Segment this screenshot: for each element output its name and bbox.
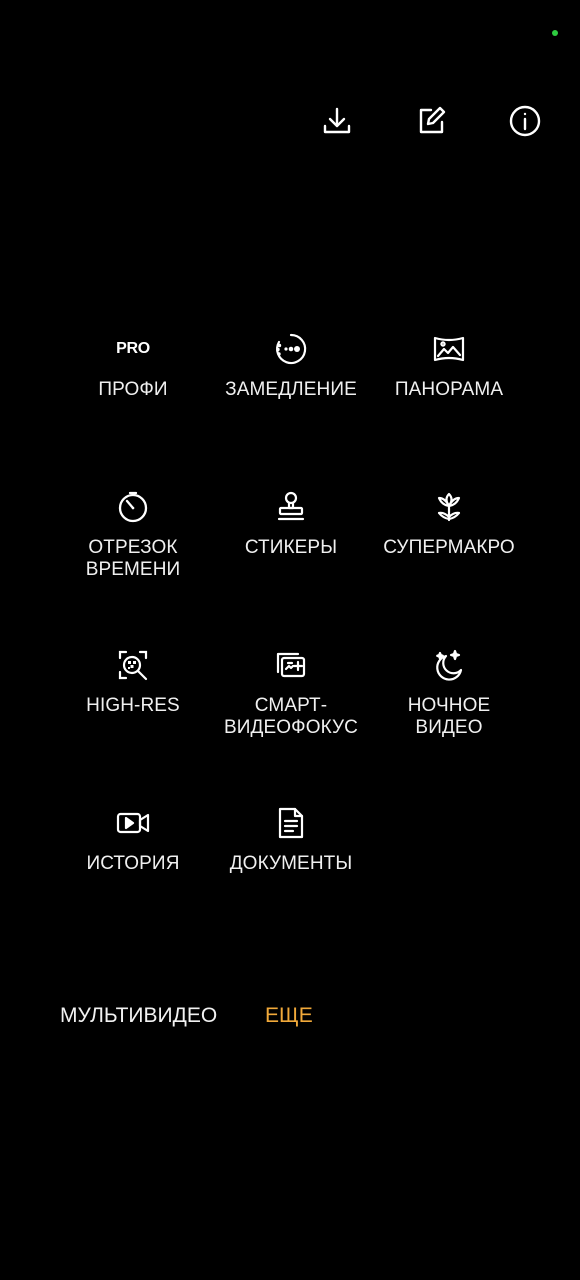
info-button[interactable] xyxy=(505,101,545,141)
mode-label: ЗАМЕДЛЕНИЕ xyxy=(225,379,357,400)
mode-highres[interactable]: HIGH-RES xyxy=(48,647,218,717)
pro-icon: PRO xyxy=(116,340,150,357)
edit-button[interactable] xyxy=(411,101,451,141)
download-icon xyxy=(323,107,351,134)
info-icon xyxy=(509,105,541,137)
status-indicator-dot xyxy=(552,30,558,36)
mode-label: НОЧНОЕ ВИДЕО xyxy=(407,695,491,738)
mode-supermacro[interactable]: СУПЕРМАКРО xyxy=(364,489,534,559)
smart-focus-icon xyxy=(273,647,309,683)
mode-label: ПРОФИ xyxy=(98,379,168,400)
video-camera-icon xyxy=(115,805,151,841)
mode-timelapse[interactable]: ОТРЕЗОК ВРЕМЕНИ xyxy=(48,489,218,581)
timer-icon xyxy=(115,489,151,525)
mode-stickers[interactable]: СТИКЕРЫ xyxy=(206,489,376,559)
mode-label: ИСТОРИЯ xyxy=(86,853,180,874)
high-res-icon xyxy=(115,647,151,683)
tab-more[interactable]: ЕЩЕ xyxy=(265,1003,313,1029)
edit-icon xyxy=(419,106,446,134)
mode-label: ПАНОРАМА xyxy=(394,379,504,400)
mode-label: ДОКУМЕНТЫ xyxy=(229,853,353,874)
mode-label: HIGH-RES xyxy=(86,695,180,716)
panorama-icon xyxy=(431,331,467,367)
slowmo-icon xyxy=(273,331,309,367)
mode-label: СТИКЕРЫ xyxy=(244,537,338,558)
mode-label: СУПЕРМАКРО xyxy=(383,537,515,558)
download-button[interactable] xyxy=(317,101,357,141)
tab-multivideo[interactable]: МУЛЬТИВИДЕО xyxy=(60,1003,217,1029)
mode-label: СМАРТ- ВИДЕОФОКУС xyxy=(224,695,358,738)
mode-slowmo[interactable]: ЗАМЕДЛЕНИЕ xyxy=(206,331,376,401)
flower-icon xyxy=(431,489,467,525)
mode-documents[interactable]: ДОКУМЕНТЫ xyxy=(206,805,376,875)
mode-label: ОТРЕЗОК ВРЕМЕНИ xyxy=(85,537,181,580)
mode-nightvideo[interactable]: НОЧНОЕ ВИДЕО xyxy=(364,647,534,739)
moon-icon xyxy=(431,647,467,683)
document-icon xyxy=(273,805,309,841)
mode-panorama[interactable]: ПАНОРАМА xyxy=(364,331,534,401)
mode-smartfocus[interactable]: СМАРТ- ВИДЕОФОКУС xyxy=(206,647,376,739)
stamp-icon xyxy=(273,489,309,525)
mode-story[interactable]: ИСТОРИЯ xyxy=(48,805,218,875)
mode-pro[interactable]: PRO ПРОФИ xyxy=(48,331,218,401)
